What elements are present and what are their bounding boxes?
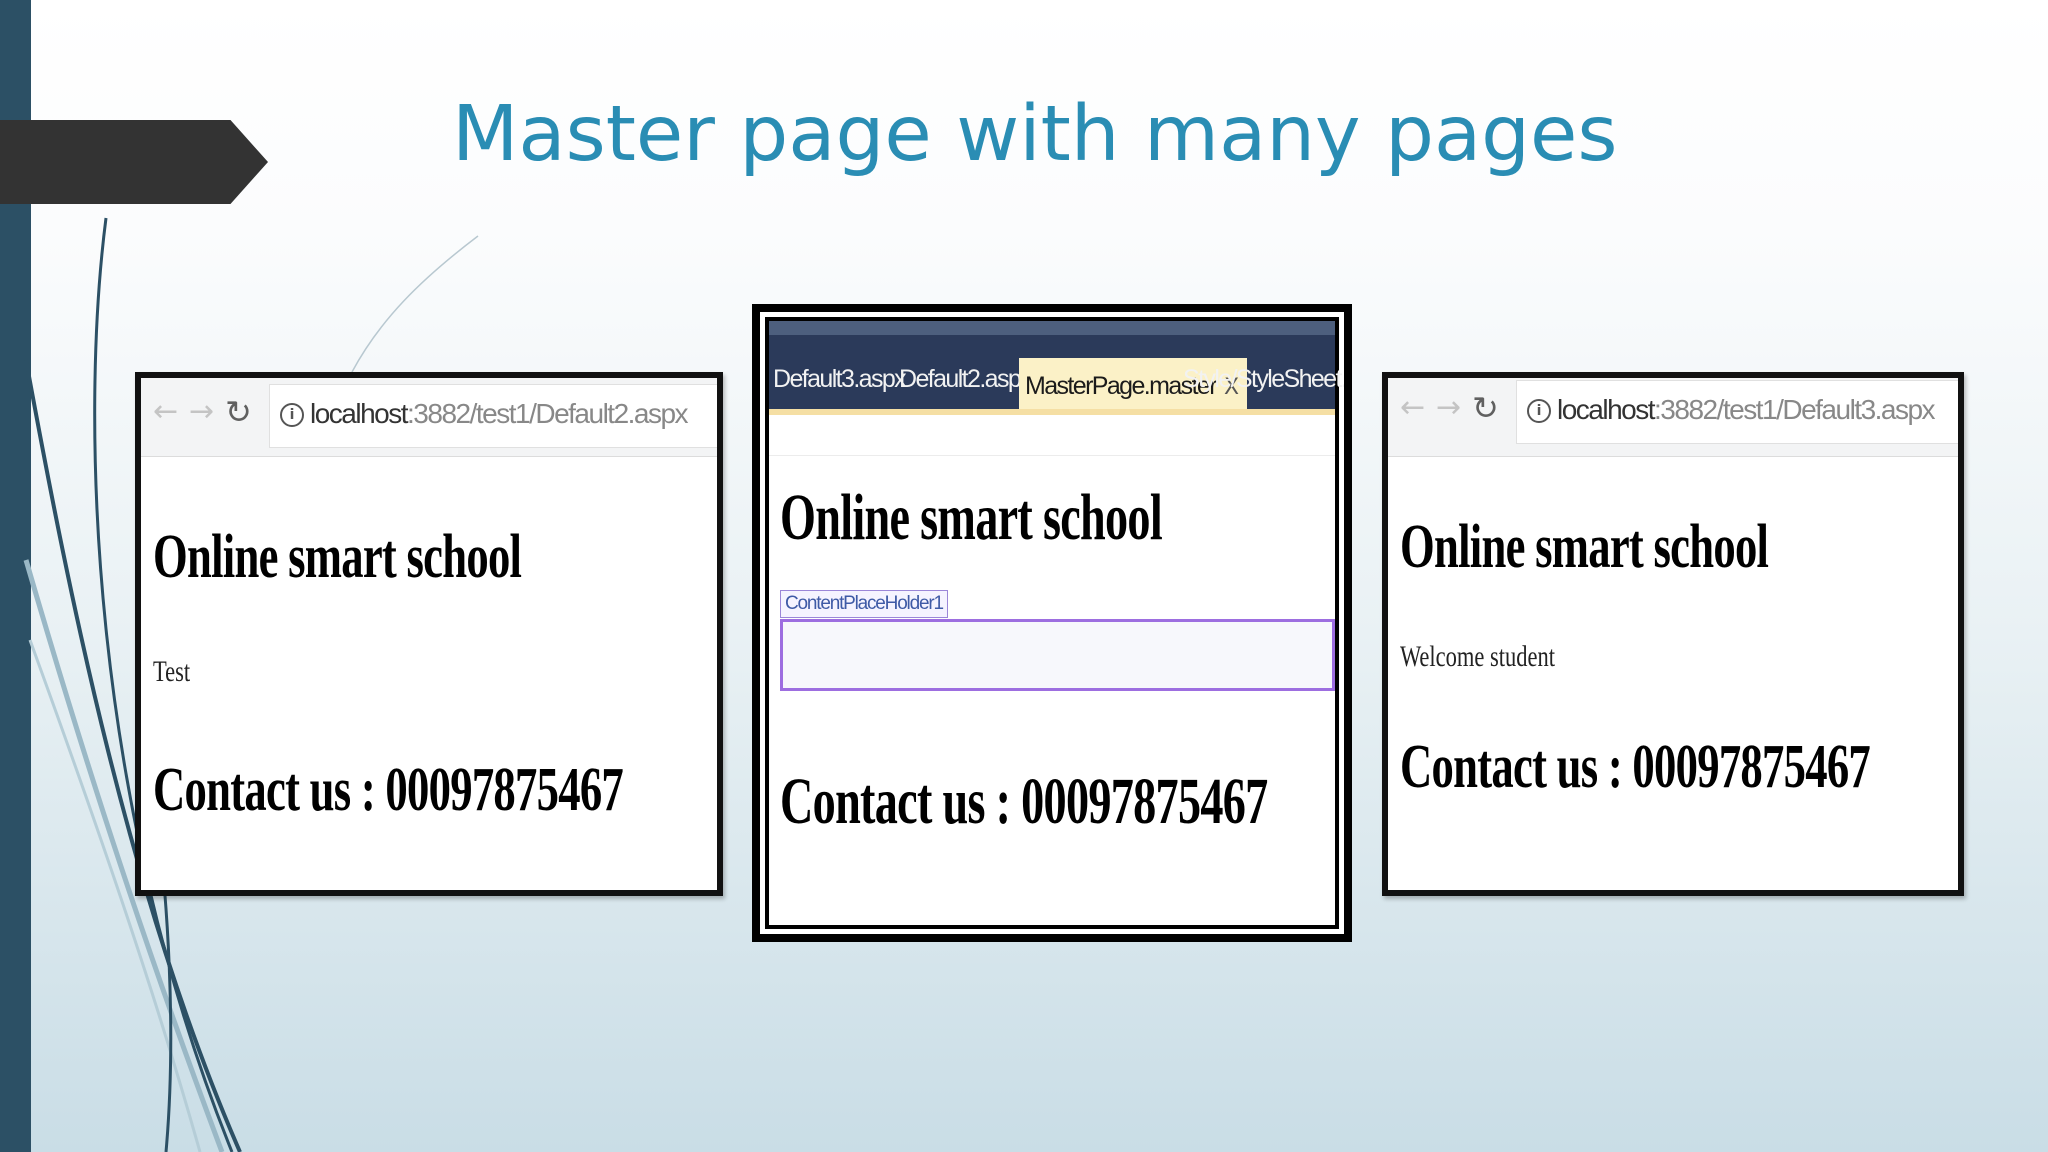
contact-footer: Contact us : 00097875467 xyxy=(153,756,624,824)
tab-default3[interactable]: Default3.aspx xyxy=(773,365,907,394)
reload-icon[interactable]: ↻ xyxy=(225,394,252,430)
forward-arrow-icon[interactable]: → xyxy=(1436,390,1461,426)
reload-icon[interactable]: ↻ xyxy=(1472,390,1499,426)
back-arrow-icon[interactable]: ← xyxy=(1400,390,1425,426)
tab-default2[interactable]: Default2.aspx xyxy=(899,365,1033,394)
content-placeholder-box[interactable] xyxy=(780,619,1335,691)
contact-footer: Contact us : 00097875467 xyxy=(1400,733,1871,801)
url-path: :3882/test1/Default3.aspx xyxy=(1654,394,1936,425)
address-bar[interactable]: i localhost:3882/test1/Default2.aspx xyxy=(269,384,717,448)
site-heading: Online smart school xyxy=(153,523,522,591)
screenshot-default2: ← → ↻ i localhost:3882/test1/Default2.as… xyxy=(135,372,723,896)
info-icon[interactable]: i xyxy=(280,403,304,427)
forward-arrow-icon[interactable]: → xyxy=(189,394,214,430)
info-icon[interactable]: i xyxy=(1527,399,1551,423)
site-heading: Online smart school xyxy=(1400,513,1769,581)
screenshot-masterpage-designer: Default3.aspx Default2.aspx MasterPage.m… xyxy=(752,304,1352,942)
screenshot-default3: ← → ↻ i localhost:3882/test1/Default3.as… xyxy=(1382,372,1964,896)
slide: Master page with many pages ← → ↻ i loca… xyxy=(0,0,2048,1152)
url-text: localhost:3882/test1/Default2.aspx xyxy=(310,398,689,430)
url-text: localhost:3882/test1/Default3.aspx xyxy=(1557,394,1936,426)
browser-toolbar: ← → ↻ i localhost:3882/test1/Default3.as… xyxy=(1388,378,1958,457)
page-content-text: Welcome student xyxy=(1400,640,1556,673)
back-arrow-icon[interactable]: ← xyxy=(153,394,178,430)
page-content-text: Test xyxy=(153,655,191,688)
slide-title: Master page with many pages xyxy=(452,90,1618,179)
editor-tab-strip: Default3.aspx Default2.aspx MasterPage.m… xyxy=(769,321,1344,417)
address-bar[interactable]: i localhost:3882/test1/Default3.aspx xyxy=(1516,380,1958,444)
tab-stylesheet[interactable]: Style/StyleSheet.css xyxy=(1183,365,1344,394)
divider xyxy=(769,455,1335,456)
url-host: localhost xyxy=(310,398,409,429)
browser-toolbar: ← → ↻ i localhost:3882/test1/Default2.as… xyxy=(141,378,717,457)
site-heading: Online smart school xyxy=(780,481,1163,554)
url-host: localhost xyxy=(1557,394,1656,425)
title-arrow-tab xyxy=(0,120,268,204)
content-placeholder-label[interactable]: ContentPlaceHolder1 xyxy=(780,590,948,618)
url-path: :3882/test1/Default2.aspx xyxy=(407,398,689,429)
contact-footer: Contact us : 00097875467 xyxy=(780,765,1268,838)
